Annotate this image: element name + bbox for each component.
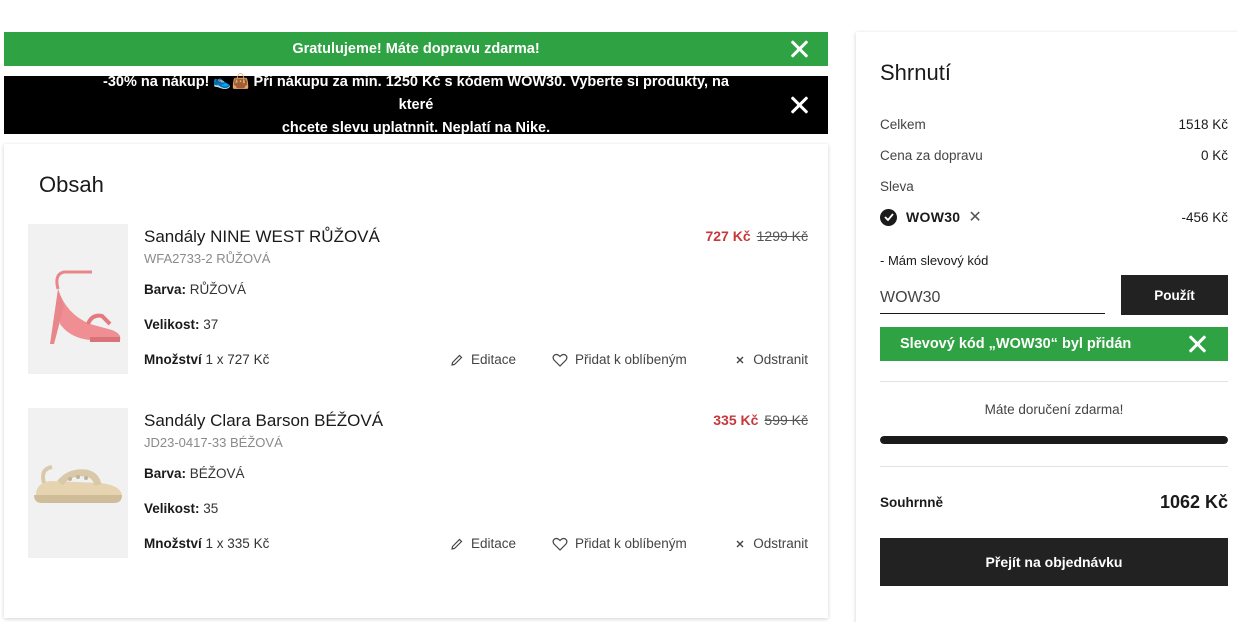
apply-code-button[interactable]: Použít [1121, 275, 1228, 315]
cart-item: Sandály Clara Barson BÉŽOVÁ JD23-0417-33… [28, 408, 808, 558]
remove-coupon-icon[interactable]: ✕ [968, 207, 981, 227]
qty-value: 1 x 335 Kč [205, 536, 270, 551]
original-price: 1299 Kč [756, 228, 808, 244]
close-icon [736, 356, 744, 363]
product-size: Velikost: 37 [144, 317, 218, 332]
grand-total-row: Souhrnně 1062 Kč [880, 492, 1228, 513]
close-icon[interactable] [788, 94, 810, 116]
divider [880, 466, 1228, 467]
discount-code-input[interactable] [880, 282, 1105, 314]
size-value: 37 [203, 317, 219, 332]
cart-page: Gratulujeme! Máte dopravu zdarma! -30% n… [0, 0, 1238, 622]
discount-label: Sleva [880, 179, 914, 194]
grand-total-label: Souhrnně [880, 495, 943, 510]
close-icon [736, 540, 744, 547]
product-name[interactable]: Sandály NINE WEST RŮŽOVÁ [144, 227, 380, 247]
coupon-discount-value: -456 Kč [1181, 209, 1228, 225]
close-icon[interactable] [788, 38, 810, 60]
edit-button[interactable]: Editace [450, 352, 516, 367]
edit-button[interactable]: Editace [450, 536, 516, 551]
shipping-label: Cena za dopravu [880, 148, 983, 163]
original-price: 599 Kč [764, 412, 808, 428]
free-shipping-banner-text: Gratulujeme! Máte dopravu zdarma! [292, 41, 540, 57]
product-color: Barva: BÉŽOVÁ [144, 466, 245, 481]
free-delivery-message: Máte doručení zdarma! [984, 402, 1124, 417]
favorite-label: Přidat k oblíbeným [575, 536, 687, 551]
qty-label: Množství [144, 536, 202, 551]
product-color: Barva: RŮŽOVÁ [144, 282, 246, 297]
product-price: 335 Kč 599 Kč [713, 412, 808, 428]
beige-sandal-image [34, 465, 122, 503]
qty-value: 1 x 727 Kč [205, 352, 270, 367]
divider [880, 381, 1228, 382]
product-image[interactable] [28, 224, 128, 374]
qty-label: Množství [144, 352, 202, 367]
promo-line-1: -30% na nákup! 👟👜 Při nákupu za min. 125… [103, 73, 729, 113]
sale-price: 335 Kč [713, 412, 759, 428]
favorite-label: Přidat k oblíbeným [575, 352, 687, 367]
sale-price: 727 Kč [705, 228, 751, 244]
subtotal-value: 1518 Kč [1178, 117, 1228, 132]
heart-icon [552, 537, 568, 551]
check-circle-icon [880, 208, 897, 226]
shipping-value: 0 Kč [1200, 148, 1228, 163]
product-image[interactable] [28, 408, 128, 558]
close-icon[interactable] [1186, 333, 1208, 355]
remove-button[interactable]: Odstranit [734, 352, 808, 367]
coupon-code: WOW30 [906, 209, 961, 225]
product-size: Velikost: 35 [144, 501, 218, 516]
promo-banner: -30% na nákup! 👟👜 Při nákupu za min. 125… [4, 74, 828, 136]
heart-icon [552, 353, 568, 367]
size-label: Velikost: [144, 317, 200, 332]
promo-line-2: chcete slevu uplatnnit. Neplatí na Nike. [281, 119, 551, 136]
promo-banner-text: -30% na nákup! 👟👜 Při nákupu za min. 125… [84, 71, 748, 140]
edit-label: Editace [471, 536, 517, 551]
remove-label: Odstranit [753, 536, 808, 551]
color-label: Barva: [144, 282, 187, 297]
pencil-icon [451, 354, 463, 366]
color-value: BÉŽOVÁ [189, 466, 245, 481]
coupon-added-alert: Slevový kód „WOW30“ byl přidán [880, 327, 1228, 361]
order-summary: Shrnutí Celkem 1518 Kč Cena za dopravu 0… [856, 32, 1238, 622]
remove-button[interactable]: Odstranit [734, 536, 808, 551]
color-value: RŮŽOVÁ [189, 282, 247, 297]
add-to-favorites-button[interactable]: Přidat k oblíbeným [552, 536, 687, 551]
pencil-icon [451, 538, 463, 550]
product-price: 727 Kč 1299 Kč [705, 228, 808, 244]
free-delivery-progress [880, 436, 1228, 444]
product-name[interactable]: Sandály Clara Barson BÉŽOVÁ [144, 411, 383, 431]
have-discount-code-toggle[interactable]: - Mám slevový kód [880, 253, 988, 268]
remove-label: Odstranit [753, 352, 808, 367]
proceed-to-order-button[interactable]: Přejít na objednávku [880, 538, 1228, 586]
product-quantity: Množství 1 x 727 Kč [144, 352, 269, 367]
color-label: Barva: [144, 466, 187, 481]
discount-row: Sleva [880, 179, 1228, 194]
product-sku: JD23-0417-33 BÉŽOVÁ [144, 435, 283, 450]
free-shipping-banner: Gratulujeme! Máte dopravu zdarma! [4, 32, 828, 66]
coupon-added-text: Slevový kód „WOW30“ byl přidán [900, 336, 1132, 352]
product-quantity: Množství 1 x 335 Kč [144, 536, 269, 551]
cart-contents: Obsah Sandály NINE WEST RŮŽOVÁ WFA2733-2… [4, 144, 828, 618]
edit-label: Editace [471, 352, 517, 367]
add-to-favorites-button[interactable]: Přidat k oblíbeným [552, 352, 687, 367]
size-value: 35 [203, 501, 219, 516]
subtotal-label: Celkem [880, 117, 926, 132]
applied-coupon: WOW30 ✕ -456 Kč [880, 207, 1228, 227]
shipping-row: Cena za dopravu 0 Kč [880, 148, 1228, 163]
cart-title: Obsah [39, 172, 104, 197]
product-sku: WFA2733-2 RŮŽOVÁ [144, 251, 271, 266]
progress-fill [880, 436, 1228, 444]
grand-total-value: 1062 Kč [1159, 492, 1228, 512]
subtotal-row: Celkem 1518 Kč [880, 117, 1228, 132]
cart-item: Sandály NINE WEST RŮŽOVÁ WFA2733-2 RŮŽOV… [28, 224, 808, 374]
pink-heel-sandal-image [50, 270, 121, 344]
size-label: Velikost: [144, 501, 200, 516]
summary-title: Shrnutí [880, 60, 951, 85]
